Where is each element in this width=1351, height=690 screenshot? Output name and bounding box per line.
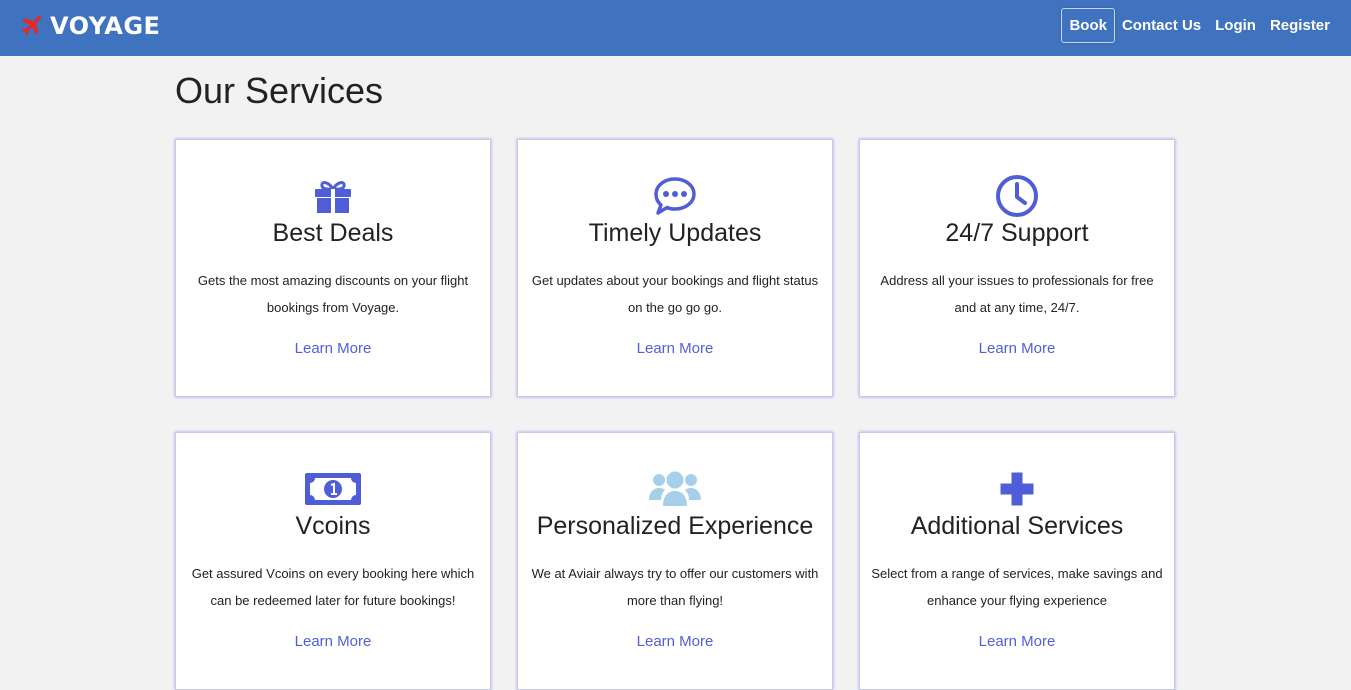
card-text: Get assured Vcoins on every booking here… <box>191 566 475 608</box>
service-card-support: 24/7 Support Address all your issues to … <box>859 139 1175 397</box>
users-icon <box>649 471 701 506</box>
brand-name: VOYAGE <box>50 12 161 40</box>
service-card-vcoins: Vcoins Get assured Vcoins on every booki… <box>175 432 491 690</box>
card-title: Additional Services <box>910 512 1124 540</box>
navbar: VOYAGE Book Contact Us Login Register <box>0 0 1351 56</box>
card-text: Select from a range of services, make sa… <box>871 566 1163 608</box>
learn-more-link[interactable]: Learn More <box>176 340 490 357</box>
page-title: Our Services <box>175 70 384 111</box>
service-card-best-deals: Best Deals Gets the most amazing discoun… <box>175 139 491 397</box>
learn-more-link[interactable]: Learn More <box>176 633 490 650</box>
airplane-icon <box>21 15 42 36</box>
nav-book-link[interactable]: Book <box>1061 8 1115 43</box>
service-card-personalized: Personalized Experience We at Aviair alw… <box>517 432 833 690</box>
card-text: We at Aviair always try to offer our cus… <box>531 566 819 608</box>
card-title: Timely Updates <box>588 219 762 247</box>
service-card-timely-updates: Timely Updates Get updates about your bo… <box>517 139 833 397</box>
card-text: Gets the most amazing discounts on your … <box>197 273 469 315</box>
money-bill-icon <box>305 473 361 505</box>
nav-contact-link[interactable]: Contact Us <box>1115 8 1208 43</box>
chat-bubble-icon <box>654 177 696 215</box>
brand-logo-link[interactable]: VOYAGE <box>20 12 160 40</box>
learn-more-link[interactable]: Learn More <box>860 340 1174 357</box>
card-title: Best Deals <box>272 219 394 247</box>
clock-icon <box>996 175 1038 217</box>
nav-links: Book Contact Us Login Register <box>1061 8 1337 43</box>
plus-icon <box>1000 472 1034 506</box>
card-text: Get updates about your bookings and flig… <box>531 273 819 315</box>
card-title: Vcoins <box>295 512 371 540</box>
nav-login-link[interactable]: Login <box>1208 8 1263 43</box>
card-title: Personalized Experience <box>536 512 814 540</box>
learn-more-link[interactable]: Learn More <box>860 633 1174 650</box>
card-title: 24/7 Support <box>945 219 1089 247</box>
learn-more-link[interactable]: Learn More <box>518 633 832 650</box>
learn-more-link[interactable]: Learn More <box>518 340 832 357</box>
card-text: Address all your issues to professionals… <box>880 273 1154 315</box>
nav-register-link[interactable]: Register <box>1263 8 1337 43</box>
service-card-additional: Additional Services Select from a range … <box>859 432 1175 690</box>
gift-icon <box>315 181 351 213</box>
